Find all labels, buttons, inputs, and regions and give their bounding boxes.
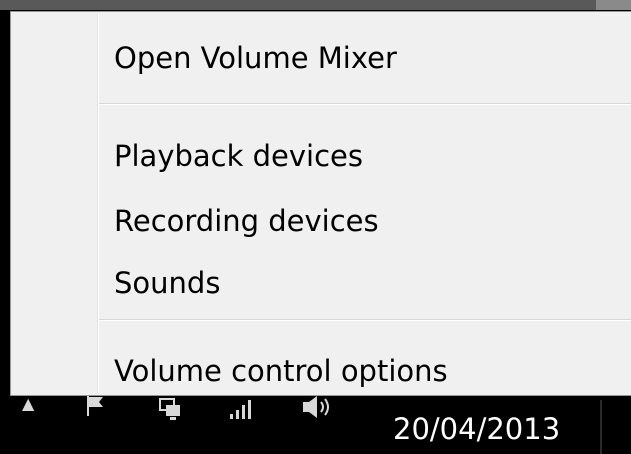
- show-desktop-divider: [600, 400, 602, 454]
- speaker-volume-icon[interactable]: [300, 394, 334, 425]
- menu-item-open-volume-mixer[interactable]: Open Volume Mixer: [13, 29, 631, 87]
- menu-item-label: Sounds: [114, 266, 221, 300]
- menu-item-label: Playback devices: [114, 139, 363, 173]
- action-center-flag-icon[interactable]: [84, 394, 108, 423]
- menu-item-volume-control-options[interactable]: Volume control options: [13, 342, 631, 400]
- taskbar-clock-date[interactable]: 20/04/2013: [393, 412, 560, 446]
- menu-item-label: Volume control options: [114, 354, 448, 388]
- show-hidden-icons-arrow-icon[interactable]: ▲: [22, 396, 34, 412]
- window-background-strip-right: [596, 0, 631, 10]
- menu-item-sounds[interactable]: Sounds: [13, 254, 631, 312]
- menu-separator: [99, 319, 631, 321]
- volume-context-menu: Open Volume Mixer Playback devices Recor…: [10, 11, 631, 396]
- window-background-strip: [0, 0, 631, 10]
- menu-item-label: Recording devices: [114, 204, 379, 238]
- network-icon[interactable]: [158, 396, 184, 427]
- menu-item-recording-devices[interactable]: Recording devices: [13, 192, 631, 250]
- menu-item-label: Open Volume Mixer: [114, 41, 397, 75]
- menu-item-playback-devices[interactable]: Playback devices: [13, 127, 631, 185]
- signal-bars-icon[interactable]: [228, 398, 254, 423]
- menu-separator: [99, 103, 631, 105]
